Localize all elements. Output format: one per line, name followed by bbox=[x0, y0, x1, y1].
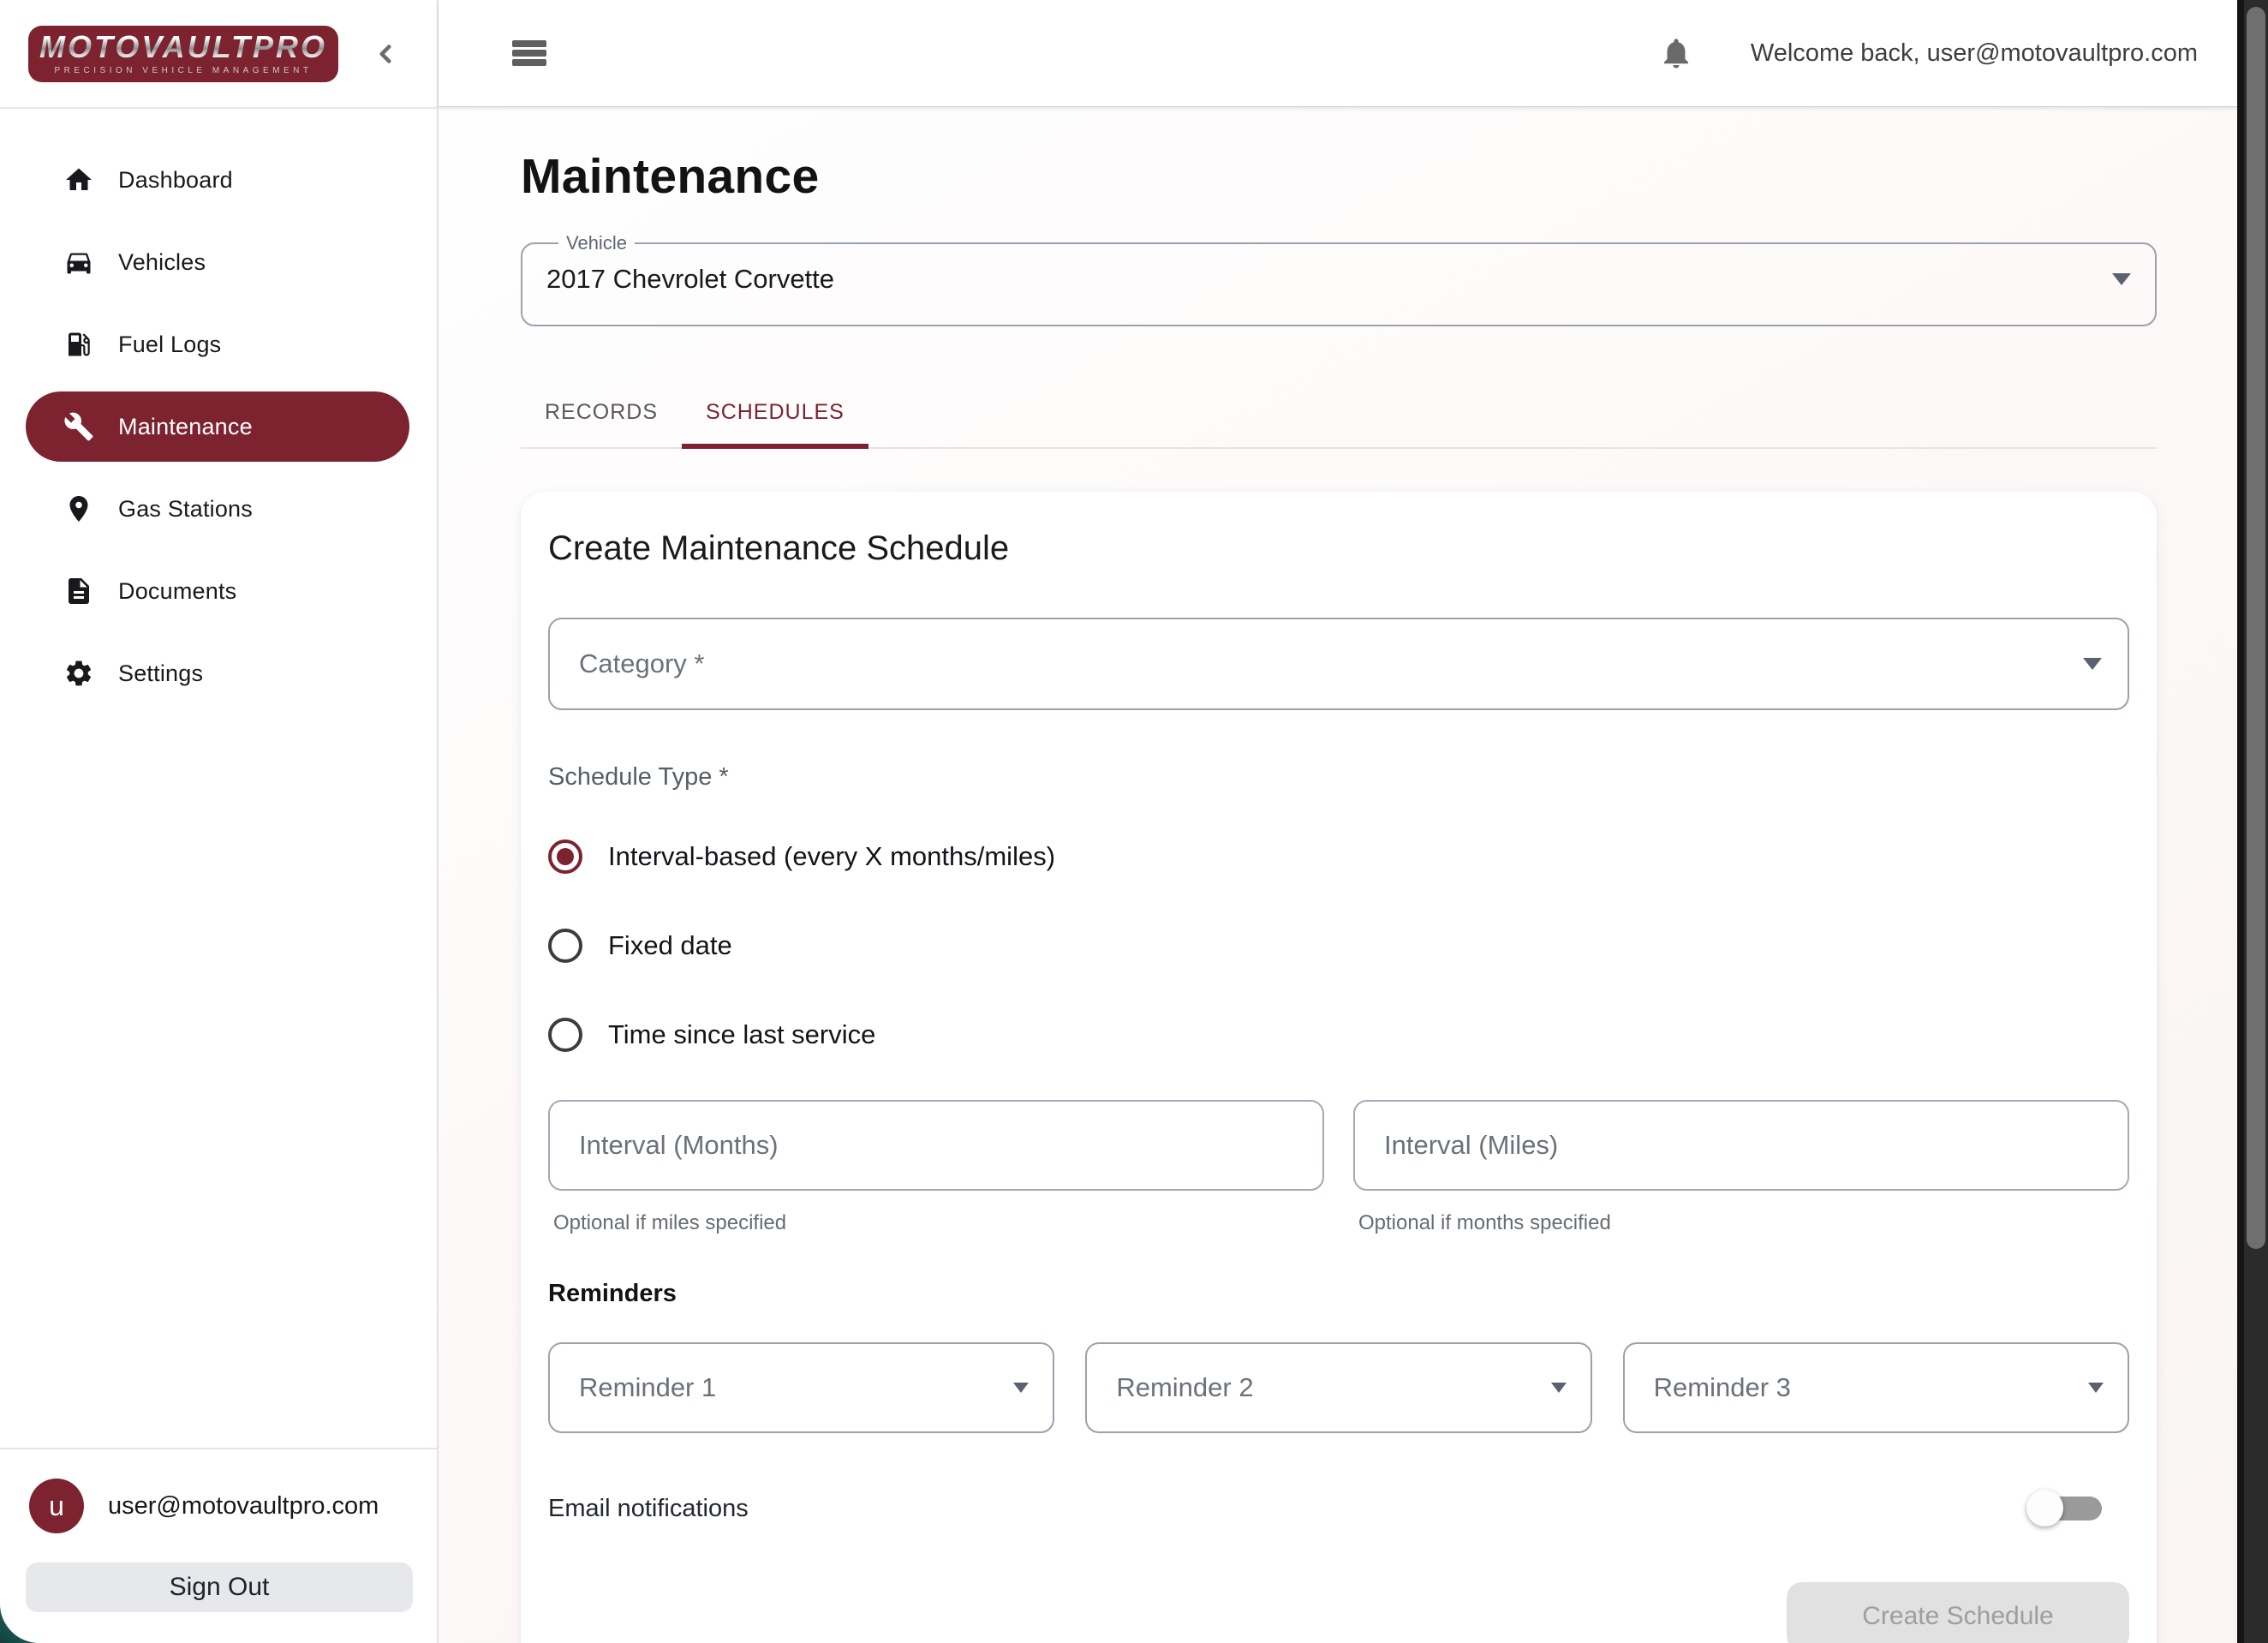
interval-miles-helper: Optional if months specified bbox=[1358, 1211, 2129, 1235]
radio-button-icon bbox=[548, 1018, 582, 1052]
reminder-2-select[interactable]: Reminder 2 bbox=[1085, 1342, 1591, 1433]
welcome-text: Welcome back, user@motovaultpro.com bbox=[1751, 39, 2198, 68]
sidebar-item-label: Vehicles bbox=[118, 249, 206, 276]
sidebar-item-label: Gas Stations bbox=[118, 496, 253, 523]
radio-time-since-last-service[interactable]: Time since last service bbox=[548, 1018, 2129, 1052]
reminders-label: Reminders bbox=[548, 1280, 2129, 1308]
topbar-right: Welcome back, user@motovaultpro.com bbox=[1658, 35, 2198, 71]
vehicle-select[interactable]: Vehicle 2017 Chevrolet Corvette bbox=[521, 232, 2157, 326]
sidebar-footer: u user@motovaultpro.com Sign Out bbox=[0, 1448, 437, 1643]
tab-records[interactable]: RECORDS bbox=[521, 379, 682, 449]
window-scrollbar bbox=[2237, 0, 2268, 1643]
document-icon bbox=[63, 576, 94, 606]
app-logo: MOTOVAULTPRO PRECISION VEHICLE MANAGEMEN… bbox=[28, 26, 338, 82]
fuel-pump-icon bbox=[63, 329, 94, 360]
radio-fixed-date[interactable]: Fixed date bbox=[548, 929, 2129, 963]
sidebar-item-fuel-logs[interactable]: Fuel Logs bbox=[26, 309, 409, 379]
reminder-1-select[interactable]: Reminder 1 bbox=[548, 1342, 1054, 1433]
chevron-down-icon bbox=[2083, 658, 2102, 670]
user-row: u user@motovaultpro.com bbox=[26, 1479, 411, 1533]
hamburger-menu-icon[interactable] bbox=[512, 40, 546, 66]
schedule-type-label: Schedule Type * bbox=[548, 763, 2129, 792]
reminder-2-placeholder: Reminder 2 bbox=[1116, 1372, 1253, 1403]
radio-button-icon bbox=[548, 839, 582, 874]
gear-icon bbox=[63, 658, 94, 689]
sidebar-item-vehicles[interactable]: Vehicles bbox=[26, 227, 409, 297]
scrollbar-thumb[interactable] bbox=[2247, 7, 2265, 1249]
app-window: MOTOVAULTPRO PRECISION VEHICLE MANAGEMEN… bbox=[0, 0, 2268, 1643]
create-schedule-card: Create Maintenance Schedule Category * S… bbox=[521, 492, 2157, 1643]
topbar: Welcome back, user@motovaultpro.com bbox=[439, 0, 2237, 107]
page-content: Maintenance Vehicle 2017 Chevrolet Corve… bbox=[439, 107, 2237, 1643]
sidebar-item-documents[interactable]: Documents bbox=[26, 556, 409, 626]
logo-subtitle: PRECISION VEHICLE MANAGEMENT bbox=[54, 67, 312, 75]
email-notifications-toggle[interactable] bbox=[2026, 1490, 2110, 1527]
sidebar-item-maintenance[interactable]: Maintenance bbox=[26, 391, 409, 462]
sidebar-item-label: Dashboard bbox=[118, 167, 233, 194]
chevron-down-icon bbox=[1551, 1383, 1567, 1393]
toggle-thumb bbox=[2026, 1490, 2063, 1526]
category-select[interactable]: Category * bbox=[548, 618, 2129, 710]
chevron-down-icon bbox=[2112, 273, 2131, 285]
interval-months-field bbox=[548, 1100, 1324, 1191]
radio-interval-based[interactable]: Interval-based (every X months/miles) bbox=[548, 839, 2129, 874]
car-icon bbox=[63, 247, 94, 278]
user-email: user@motovaultpro.com bbox=[108, 1492, 379, 1521]
interval-miles-field bbox=[1353, 1100, 2129, 1191]
logo-title: MOTOVAULTPRO bbox=[39, 32, 327, 63]
page-title: Maintenance bbox=[521, 148, 2157, 205]
sidebar-item-label: Fuel Logs bbox=[118, 332, 221, 358]
tab-schedules[interactable]: SCHEDULES bbox=[682, 379, 868, 449]
sidebar-nav: Dashboard Vehicles Fuel Logs Maintenance bbox=[0, 109, 437, 1448]
sidebar-header: MOTOVAULTPRO PRECISION VEHICLE MANAGEMEN… bbox=[0, 0, 437, 109]
reminder-1-placeholder: Reminder 1 bbox=[579, 1372, 716, 1403]
radio-button-icon bbox=[548, 929, 582, 963]
create-schedule-button[interactable]: Create Schedule bbox=[1787, 1582, 2129, 1643]
radio-label: Time since last service bbox=[608, 1019, 875, 1050]
sidebar-item-gas-stations[interactable]: Gas Stations bbox=[26, 474, 409, 544]
radio-label: Interval-based (every X months/miles) bbox=[608, 841, 1055, 872]
sidebar-item-dashboard[interactable]: Dashboard bbox=[26, 145, 409, 215]
radio-label: Fixed date bbox=[608, 930, 732, 961]
tab-bar: RECORDS SCHEDULES bbox=[521, 379, 2157, 449]
sign-out-button[interactable]: Sign Out bbox=[26, 1562, 413, 1612]
reminder-3-select[interactable]: Reminder 3 bbox=[1623, 1342, 2129, 1433]
interval-months-helper: Optional if miles specified bbox=[553, 1211, 1324, 1235]
category-select-placeholder: Category * bbox=[579, 648, 704, 679]
reminder-3-placeholder: Reminder 3 bbox=[1654, 1372, 1791, 1403]
sidebar-item-label: Settings bbox=[118, 660, 203, 687]
map-pin-icon bbox=[63, 493, 94, 524]
notifications-bell-icon[interactable] bbox=[1658, 35, 1694, 71]
sidebar-item-settings[interactable]: Settings bbox=[26, 638, 409, 708]
vehicle-select-label: Vehicle bbox=[558, 232, 635, 254]
sidebar: MOTOVAULTPRO PRECISION VEHICLE MANAGEMEN… bbox=[0, 0, 439, 1643]
wrench-icon bbox=[63, 411, 94, 442]
interval-months-input[interactable] bbox=[579, 1130, 1297, 1161]
card-title: Create Maintenance Schedule bbox=[548, 529, 2129, 568]
vehicle-select-value: 2017 Chevrolet Corvette bbox=[546, 264, 834, 295]
interval-miles-input[interactable] bbox=[1384, 1130, 2102, 1161]
sidebar-collapse-button[interactable] bbox=[367, 35, 404, 73]
chevron-left-icon bbox=[371, 39, 400, 69]
main-area: Welcome back, user@motovaultpro.com Main… bbox=[439, 0, 2237, 1643]
sidebar-item-label: Maintenance bbox=[118, 414, 253, 440]
email-notifications-label: Email notifications bbox=[548, 1495, 749, 1523]
sidebar-item-label: Documents bbox=[118, 578, 236, 605]
chevron-down-icon bbox=[2088, 1383, 2104, 1393]
chevron-down-icon bbox=[1013, 1383, 1029, 1393]
avatar: u bbox=[29, 1479, 84, 1533]
home-icon bbox=[63, 164, 94, 195]
